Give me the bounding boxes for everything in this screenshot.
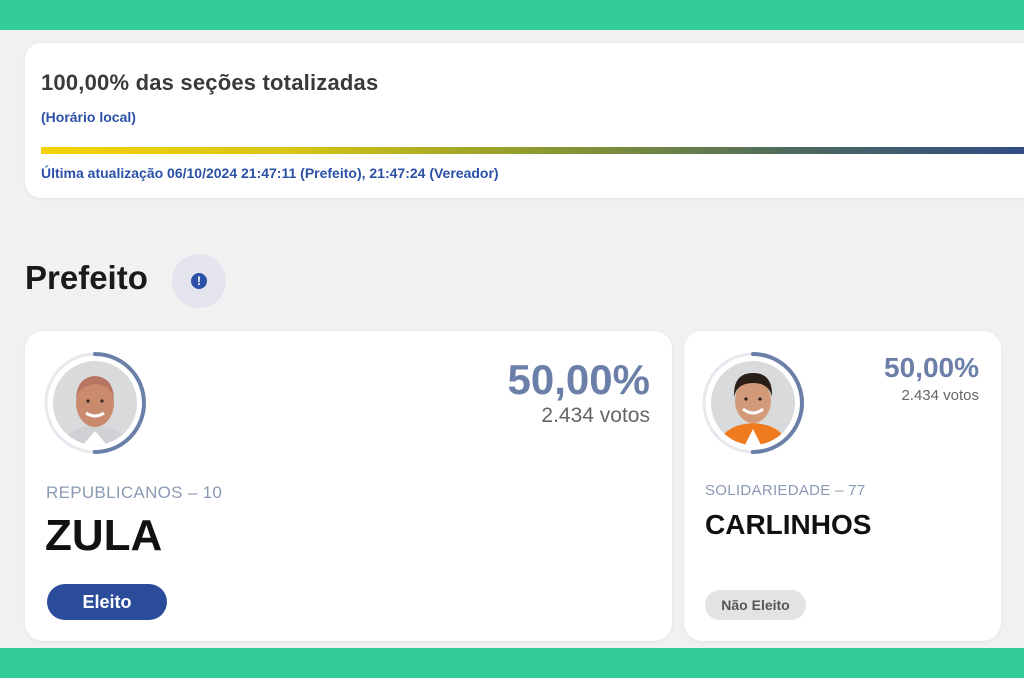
top-green-band — [0, 0, 1024, 30]
totalization-progress-bar — [41, 147, 1024, 154]
info-button[interactable]: ! — [172, 254, 226, 308]
avatar — [711, 361, 795, 445]
totalization-progress-fill — [41, 147, 1024, 154]
candidate-name: CARLINHOS — [705, 509, 872, 540]
avatar — [53, 361, 137, 445]
totalization-title: 100,00% das seções totalizadas — [41, 70, 379, 95]
status-badge: Não Eleito — [705, 590, 806, 620]
vote-count: 2.434 votos — [541, 404, 650, 427]
totalization-status-card: 100,00% das seções totalizadas (Horário … — [25, 43, 1024, 198]
status-badge: Eleito — [47, 584, 167, 620]
section-title-prefeito: Prefeito — [25, 259, 148, 296]
party-label: REPUBLICANOS – 10 — [46, 483, 223, 502]
last-update-text: Última atualização 06/10/2024 21:47:11 (… — [41, 165, 499, 181]
bottom-green-band — [0, 648, 1024, 678]
candidate-avatar-wrapper — [701, 351, 805, 455]
candidate-photo — [53, 361, 137, 445]
info-icon: ! — [191, 273, 207, 289]
vote-percentage: 50,00% — [884, 352, 979, 383]
candidate-name: ZULA — [45, 511, 163, 560]
vote-percentage: 50,00% — [507, 356, 650, 403]
local-time-note: (Horário local) — [41, 109, 136, 125]
candidate-card-zula[interactable]: 50,00% 2.434 votos REPUBLICANOS – 10 ZUL… — [25, 331, 672, 641]
vote-count: 2.434 votos — [901, 387, 979, 404]
candidate-avatar-wrapper — [43, 351, 147, 455]
party-label: SOLIDARIEDADE – 77 — [705, 482, 866, 499]
candidate-card-carlinhos[interactable]: 50,00% 2.434 votos SOLIDARIEDADE – 77 CA… — [684, 331, 1001, 641]
candidate-photo — [711, 361, 795, 445]
